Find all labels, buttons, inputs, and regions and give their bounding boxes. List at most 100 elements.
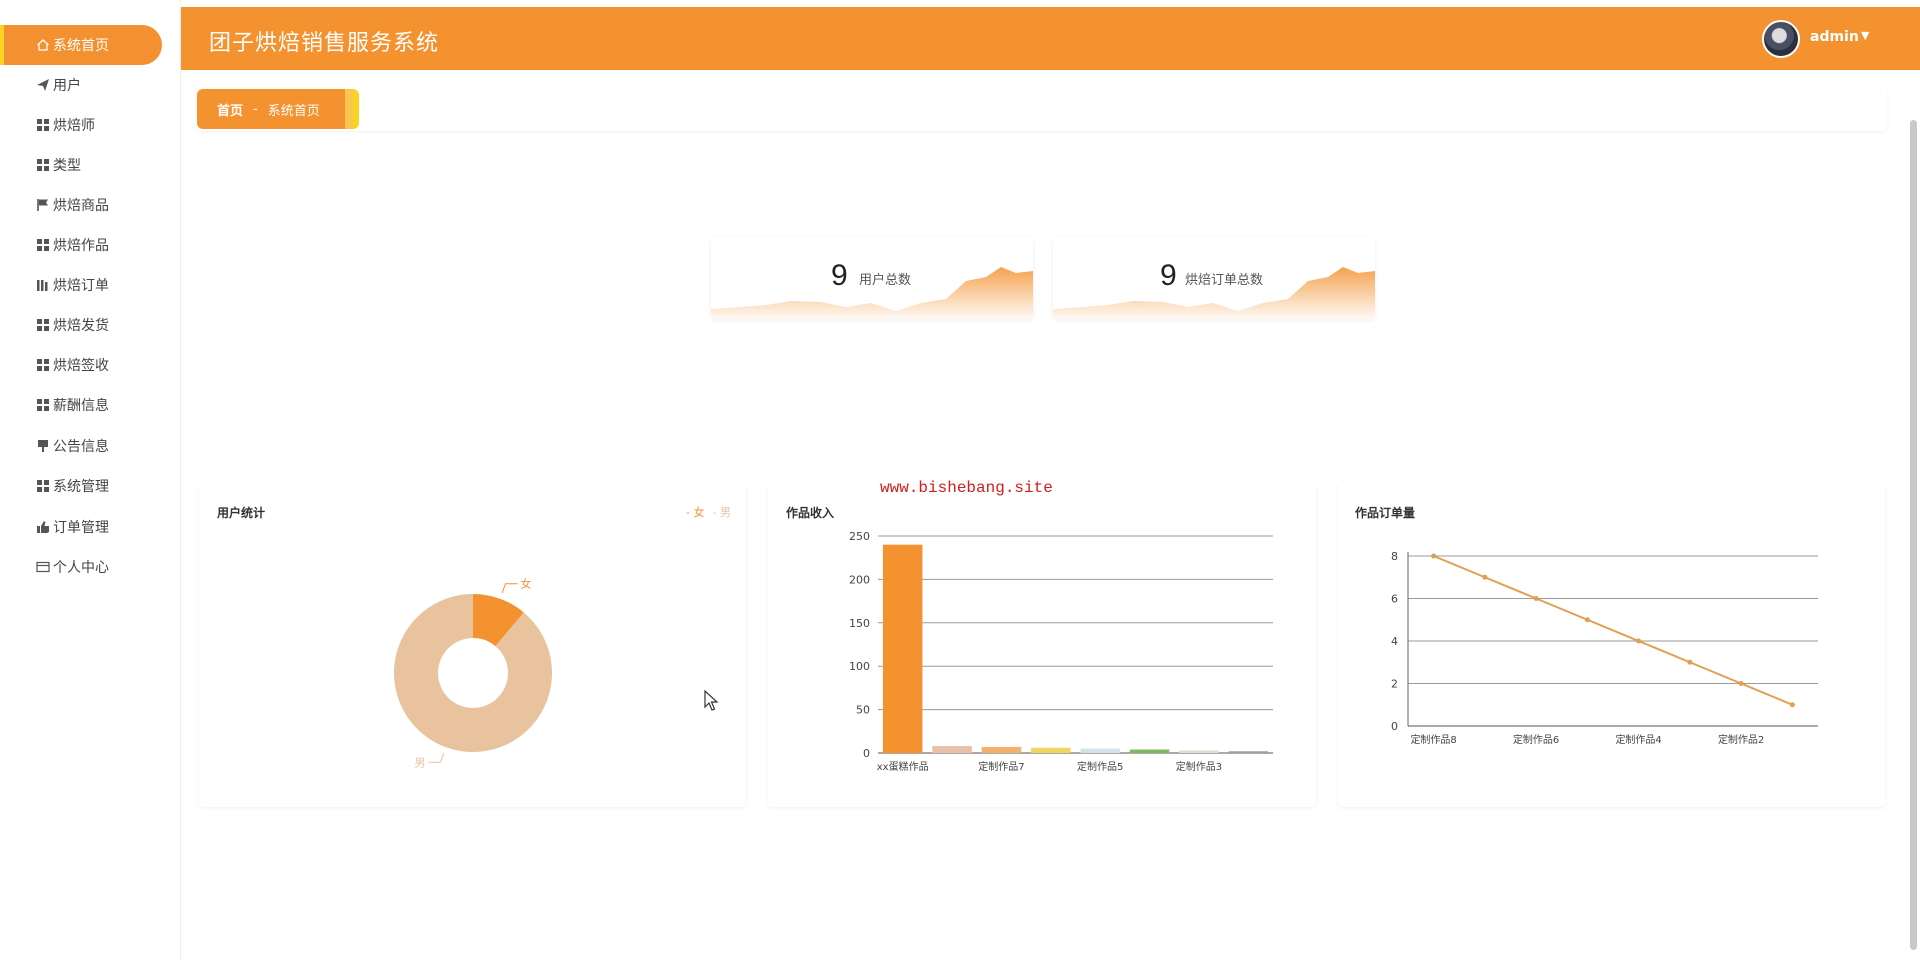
y-tick-label: 50 — [856, 704, 870, 717]
y-tick-label: 150 — [849, 617, 870, 630]
stat-card-orders: 9 烘焙订单总数 — [1053, 237, 1375, 319]
data-point — [1687, 659, 1693, 665]
grid-icon — [36, 158, 50, 172]
data-point — [1431, 553, 1437, 559]
x-tick-label: xx蛋糕作品 — [877, 760, 929, 773]
grid-icon — [36, 358, 50, 372]
x-tick-label: 定制作品5 — [1077, 760, 1123, 773]
bar — [1031, 747, 1071, 753]
breadcrumb-separator: - — [253, 101, 258, 117]
y-tick-label: 4 — [1391, 635, 1398, 648]
data-point — [1789, 702, 1795, 708]
sidebar-item-label: 薪酬信息 — [53, 398, 109, 414]
grid-icon — [36, 398, 50, 412]
x-tick-label: 定制作品2 — [1718, 733, 1764, 746]
home-icon — [36, 38, 50, 52]
bar — [932, 746, 972, 753]
card-icon — [36, 560, 50, 574]
stat-value: 9 — [831, 259, 848, 292]
sidebar-item-label: 烘焙商品 — [53, 198, 109, 214]
x-tick-label: 定制作品7 — [978, 760, 1024, 773]
chart-card-orders: 作品订单量 0 2 4 6 8 定制作品8 定制作品6 定制作品4 定制作品2 — [1338, 483, 1885, 807]
user-name[interactable]: admin — [1810, 29, 1859, 45]
y-tick-label: 6 — [1391, 593, 1398, 606]
sidebar-item-label: 烘焙签收 — [53, 358, 109, 374]
chart-card-income: 作品收入 0 50 100 150 200 250 xx蛋糕作品 定制作品7 定制作品5 定制作品… — [768, 483, 1316, 807]
bar — [1228, 751, 1269, 753]
sidebar-item-label: 公告信息 — [53, 439, 109, 455]
sidebar-item-label: 系统首页 — [53, 38, 109, 54]
data-point — [1636, 638, 1642, 644]
sidebar-item-types[interactable]: 类型 — [0, 145, 181, 185]
y-tick-label: 0 — [863, 747, 870, 760]
pie-label: 女 — [520, 577, 531, 591]
breadcrumb-edge — [353, 89, 359, 129]
avatar[interactable] — [1762, 20, 1800, 58]
app-title: 团子烘焙销售服务系统 — [209, 31, 440, 56]
y-tick-label: 8 — [1391, 550, 1398, 563]
breadcrumb-pill: 首页 - 系统首页 — [197, 89, 345, 129]
watermark: www.bishebang.site — [880, 479, 1053, 497]
scrollbar[interactable] — [1910, 120, 1917, 950]
sidebar-item-products[interactable]: 烘焙商品 — [0, 185, 181, 225]
sidebar-item-works[interactable]: 烘焙作品 — [0, 225, 181, 265]
sidebar-item-notices[interactable]: 公告信息 — [0, 426, 181, 466]
line-chart: 0 2 4 6 8 定制作品8 定制作品6 定制作品4 定制作品2 — [1391, 550, 1818, 746]
sidebar-item-order-mgmt[interactable]: 订单管理 — [0, 507, 181, 547]
send-icon — [36, 78, 50, 92]
grid-icon — [36, 479, 50, 493]
data-point — [1584, 617, 1590, 623]
stat-label: 烘焙订单总数 — [1185, 273, 1264, 288]
x-tick-label: 定制作品8 — [1410, 733, 1456, 746]
data-point — [1482, 574, 1488, 580]
sidebar-item-salary[interactable]: 薪酬信息 — [0, 385, 181, 425]
bar — [1179, 750, 1219, 753]
sidebar-item-profile[interactable]: 个人中心 — [0, 547, 181, 587]
sidebar: 系统首页 用户 烘焙师 类型 烘焙商品 烘焙作品 烘焙订单 烘焙发货 烘焙签收 … — [0, 0, 181, 960]
sidebar-item-receipt[interactable]: 烘焙签收 — [0, 345, 181, 385]
bar — [1080, 748, 1120, 753]
y-tick-label: 250 — [849, 530, 870, 543]
y-tick-label: 200 — [849, 573, 870, 586]
pie-label-line — [501, 583, 518, 594]
pie-label: 男 — [415, 756, 426, 769]
sidebar-item-users[interactable]: 用户 — [0, 65, 181, 105]
grid-icon — [36, 118, 50, 132]
sidebar-item-shipping[interactable]: 烘焙发货 — [0, 305, 181, 345]
y-tick-label: 2 — [1391, 678, 1398, 691]
chart-card-user-stats: 用户统计 - 女 - 男 女男 — [199, 483, 746, 807]
bar-chart: 0 50 100 150 200 250 xx蛋糕作品 定制作品7 定制作品5 定制作品3 — [849, 530, 1273, 773]
thumb-icon — [36, 520, 50, 534]
sidebar-item-bakers[interactable]: 烘焙师 — [0, 105, 181, 145]
sidebar-item-label: 订单管理 — [53, 520, 109, 536]
x-tick-label: 定制作品3 — [1176, 760, 1222, 773]
y-tick-label: 0 — [1391, 720, 1398, 733]
grid-icon — [36, 318, 50, 332]
chevron-down-icon[interactable]: ▼ — [1861, 29, 1869, 42]
bar — [981, 746, 1022, 753]
series-line — [1433, 555, 1793, 706]
sidebar-item-label: 烘焙订单 — [53, 278, 109, 294]
sidebar-item-label: 烘焙师 — [53, 118, 95, 134]
breadcrumb: 首页 - 系统首页 — [197, 89, 1887, 131]
sidebar-item-orders[interactable]: 烘焙订单 — [0, 265, 181, 305]
breadcrumb-home[interactable]: 首页 — [217, 100, 243, 119]
stat-wave — [711, 267, 1033, 319]
sidebar-item-home[interactable]: 系统首页 — [4, 25, 162, 65]
sidebar-item-system[interactable]: 系统管理 — [0, 466, 181, 506]
bars-icon — [36, 278, 50, 292]
sidebar-item-label: 系统管理 — [53, 479, 109, 495]
data-point — [1738, 681, 1744, 686]
stat-wave — [1053, 267, 1375, 319]
pie-label-line — [428, 752, 445, 763]
sidebar-item-label: 烘焙发货 — [53, 318, 109, 334]
stat-card-users: 9 用户总数 — [711, 237, 1033, 319]
mouse-cursor-icon — [704, 690, 719, 711]
stat-value: 9 — [1160, 259, 1177, 292]
pie-chart: 女男 — [394, 577, 552, 769]
notice-icon — [36, 439, 50, 453]
x-tick-label: 定制作品4 — [1615, 733, 1661, 746]
flag-icon — [36, 198, 50, 212]
grid-icon — [36, 238, 50, 252]
sidebar-item-label: 用户 — [53, 78, 81, 94]
